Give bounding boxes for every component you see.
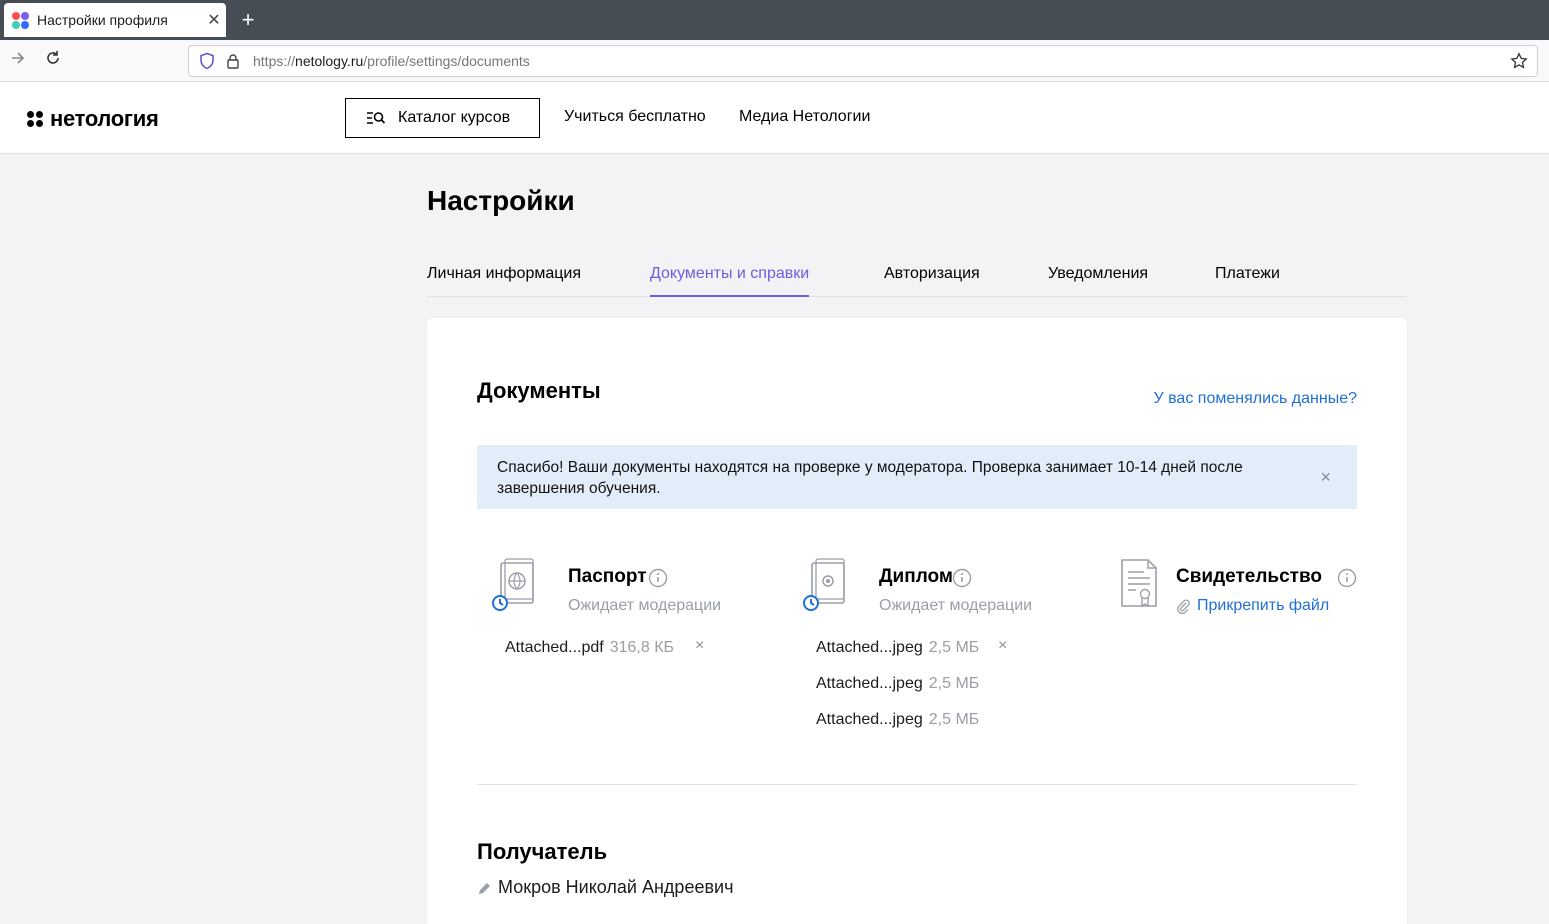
remove-file-icon[interactable]: × (998, 637, 1007, 655)
moderation-notice: Спасибо! Ваши документы находятся на про… (477, 445, 1357, 509)
passport-file-row: Attached...pdf 316,8 КБ (505, 639, 674, 657)
diploma-file-row: Attached...jpeg 2,5 МБ (816, 675, 979, 693)
netology-favicon-icon (12, 11, 29, 29)
certificate-info-icon[interactable] (1337, 568, 1357, 588)
remove-file-icon[interactable]: × (695, 637, 704, 655)
catalog-button-label: Каталог курсов (398, 109, 511, 126)
browser-tab[interactable]: Настройки профиля ✕ (4, 3, 226, 37)
media-link[interactable]: Медиа Нетологии (739, 108, 870, 126)
diploma-info-icon[interactable] (952, 568, 972, 588)
file-name[interactable]: Attached...jpeg (816, 639, 923, 656)
site-header: нетология Каталог курсов Учиться бесплат… (0, 82, 1549, 154)
browser-nav-bar: https://netology.ru/profile/settings/doc… (0, 40, 1549, 82)
tab-payments[interactable]: Платежи (1215, 265, 1280, 297)
attach-file-link[interactable]: Прикрепить файл (1176, 597, 1329, 615)
tab-personal-info[interactable]: Личная информация (427, 265, 581, 297)
file-size: 316,8 КБ (609, 639, 675, 656)
tab-authorization[interactable]: Авторизация (884, 265, 980, 297)
data-changed-link[interactable]: У вас поменялись данные? (1154, 390, 1358, 408)
settings-tabs: Личная информация Документы и справки Ав… (427, 262, 1407, 297)
lock-icon[interactable] (223, 51, 243, 71)
file-name[interactable]: Attached...jpeg (816, 675, 923, 692)
file-name[interactable]: Attached...pdf (505, 639, 604, 656)
documents-card: Документы У вас поменялись данные? Спаси… (427, 318, 1407, 924)
tab-documents[interactable]: Документы и справки (650, 265, 810, 297)
diploma-icon (803, 558, 845, 611)
recipient-title: Получатель (477, 839, 608, 864)
diploma-name: Диплом (879, 566, 953, 587)
page-title: Настройки (427, 185, 575, 216)
browser-tab-bar: Настройки профиля ✕ + (0, 0, 1549, 40)
diploma-file-row: Attached...jpeg 2,5 МБ (816, 711, 979, 729)
shield-icon[interactable] (197, 51, 217, 71)
diploma-file-row: Attached...jpeg 2,5 МБ (816, 639, 979, 657)
passport-info-icon[interactable] (648, 568, 668, 588)
certificate-icon (1121, 559, 1157, 608)
passport-icon (492, 558, 534, 611)
catalog-search-icon (367, 112, 386, 124)
file-name[interactable]: Attached...jpeg (816, 711, 923, 728)
certificate-name: Свидетельство (1176, 566, 1322, 587)
passport-status: Ожидает модерации (568, 597, 722, 614)
new-tab-button[interactable]: + (236, 6, 260, 34)
url-text[interactable]: https://netology.ru/profile/settings/doc… (253, 53, 530, 69)
recipient-name: Мокров Николай Андреевич (498, 877, 734, 897)
section-divider (477, 784, 1357, 785)
tab-notifications[interactable]: Уведомления (1048, 265, 1148, 297)
tab-close-icon[interactable]: ✕ (202, 10, 226, 30)
catalog-button[interactable]: Каталог курсов (345, 98, 540, 138)
notice-close-icon[interactable]: × (1320, 467, 1331, 488)
tab-title: Настройки профиля (37, 12, 168, 28)
diploma-status: Ожидает модерации (879, 597, 1033, 614)
logo-dots-icon (27, 111, 43, 127)
forward-icon[interactable] (5, 48, 31, 74)
bookmark-star-icon[interactable] (1509, 51, 1529, 71)
file-size: 2,5 МБ (928, 675, 980, 692)
paperclip-icon (1177, 599, 1190, 614)
pencil-icon[interactable] (477, 880, 493, 896)
file-size: 2,5 МБ (928, 711, 980, 728)
recipient-row[interactable]: Мокров Николай Андреевич (477, 877, 733, 898)
netology-logo[interactable]: нетология (27, 106, 159, 132)
notice-text: Спасибо! Ваши документы находятся на про… (497, 459, 1243, 497)
file-size: 2,5 МБ (928, 639, 980, 656)
documents-title: Документы (477, 378, 601, 403)
reload-icon[interactable] (40, 48, 66, 74)
logo-text: нетология (50, 106, 159, 131)
attach-file-label: Прикрепить файл (1197, 597, 1330, 614)
passport-name: Паспорт (568, 566, 647, 587)
address-bar[interactable]: https://netology.ru/profile/settings/doc… (188, 45, 1538, 77)
free-learning-link[interactable]: Учиться бесплатно (564, 108, 706, 126)
